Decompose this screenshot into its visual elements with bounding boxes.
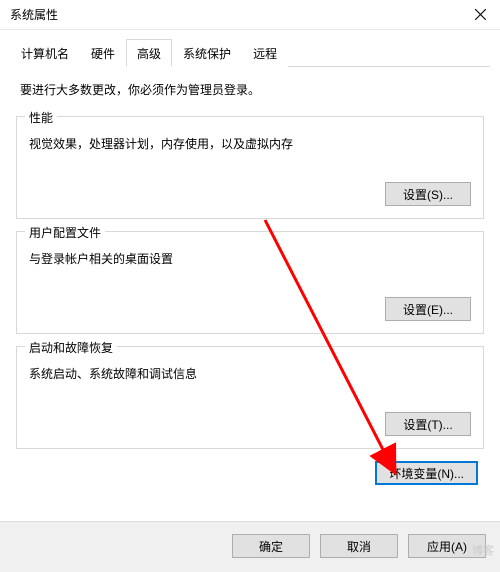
group-desc: 视觉效果，处理器计划，内存使用，以及虚拟内存: [29, 135, 471, 152]
group-startup-recovery: 启动和故障恢复 系统启动、系统故障和调试信息 设置(T)...: [16, 346, 484, 449]
group-desc: 系统启动、系统故障和调试信息: [29, 365, 471, 382]
apply-button[interactable]: 应用(A): [408, 534, 486, 558]
tab-label: 高级: [137, 47, 161, 61]
tab-label: 系统保护: [183, 47, 231, 61]
content-area: 计算机名 硬件 高级 系统保护 远程 要进行大多数更改，你必须作为管理员登录。 …: [0, 30, 500, 491]
button-row: 设置(T)...: [29, 412, 471, 436]
group-desc: 与登录帐户相关的桌面设置: [29, 250, 471, 267]
startup-settings-button[interactable]: 设置(T)...: [385, 412, 471, 436]
group-title: 性能: [25, 109, 57, 126]
tab-strip: 计算机名 硬件 高级 系统保护 远程: [10, 38, 490, 67]
close-icon: [475, 9, 486, 20]
close-button[interactable]: [460, 0, 500, 30]
button-row: 设置(E)...: [29, 297, 471, 321]
tab-computer-name[interactable]: 计算机名: [10, 39, 80, 67]
ok-button[interactable]: 确定: [232, 534, 310, 558]
tab-label: 计算机名: [21, 47, 69, 61]
group-title: 启动和故障恢复: [25, 339, 117, 356]
group-user-profiles: 用户配置文件 与登录帐户相关的桌面设置 设置(E)...: [16, 231, 484, 334]
env-button-row: 环境变量(N)...: [16, 461, 478, 485]
cancel-button[interactable]: 取消: [320, 534, 398, 558]
group-title: 用户配置文件: [25, 224, 105, 241]
titlebar: 系统属性: [0, 0, 500, 30]
button-row: 设置(S)...: [29, 182, 471, 206]
environment-variables-button[interactable]: 环境变量(N)...: [375, 461, 478, 485]
tab-system-protection[interactable]: 系统保护: [172, 39, 242, 67]
profiles-settings-button[interactable]: 设置(E)...: [385, 297, 471, 321]
admin-notice: 要进行大多数更改，你必须作为管理员登录。: [20, 81, 484, 98]
dialog-footer: 确定 取消 应用(A): [0, 521, 500, 572]
tab-remote[interactable]: 远程: [242, 39, 288, 67]
tab-body-advanced: 要进行大多数更改，你必须作为管理员登录。 性能 视觉效果，处理器计划，内存使用，…: [10, 67, 490, 491]
performance-settings-button[interactable]: 设置(S)...: [385, 182, 471, 206]
tab-hardware[interactable]: 硬件: [80, 39, 126, 67]
tab-label: 远程: [253, 47, 277, 61]
tab-label: 硬件: [91, 47, 115, 61]
tab-advanced[interactable]: 高级: [126, 39, 172, 67]
group-performance: 性能 视觉效果，处理器计划，内存使用，以及虚拟内存 设置(S)...: [16, 116, 484, 219]
window-title: 系统属性: [10, 6, 58, 23]
